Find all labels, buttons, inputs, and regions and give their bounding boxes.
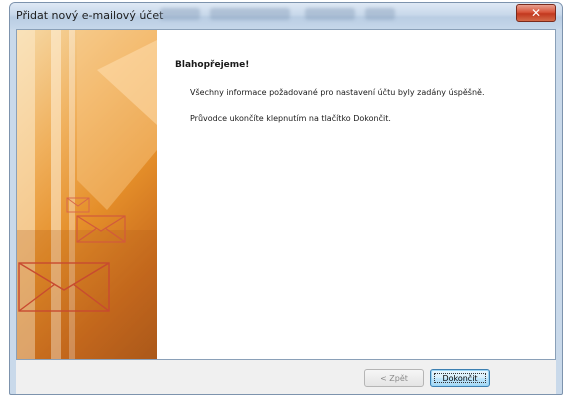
title-bar-blurred-area bbox=[305, 8, 355, 20]
dialog-client-area: Blahopřejeme! Všechny informace požadova… bbox=[16, 29, 556, 360]
close-icon: ✕ bbox=[530, 6, 542, 20]
success-message: Všechny informace požadované pro nastave… bbox=[190, 88, 485, 97]
button-bar: < Zpět Dokončit bbox=[16, 360, 556, 394]
envelope-illustration bbox=[17, 30, 157, 359]
finish-button[interactable]: Dokončit bbox=[430, 369, 490, 387]
heading-congratulations: Blahopřejeme! bbox=[175, 60, 250, 70]
title-bar-blurred-area bbox=[365, 8, 395, 20]
window-title: Přidat nový e-mailový účet bbox=[16, 9, 164, 22]
dialog-window: Přidat nový e-mailový účet ✕ Blahopřejem… bbox=[9, 2, 563, 395]
title-bar[interactable]: Přidat nový e-mailový účet ✕ bbox=[10, 3, 562, 29]
title-bar-blurred-area bbox=[210, 8, 290, 20]
close-button[interactable]: ✕ bbox=[516, 4, 556, 22]
wizard-banner-image bbox=[17, 30, 157, 359]
focus-rectangle bbox=[434, 373, 486, 383]
wizard-content: Blahopřejeme! Všechny informace požadova… bbox=[175, 60, 545, 123]
title-bar-blurred-area bbox=[160, 8, 200, 20]
back-button[interactable]: < Zpět bbox=[364, 369, 424, 387]
finish-instruction: Průvodce ukončíte klepnutím na tlačítko … bbox=[190, 114, 391, 123]
